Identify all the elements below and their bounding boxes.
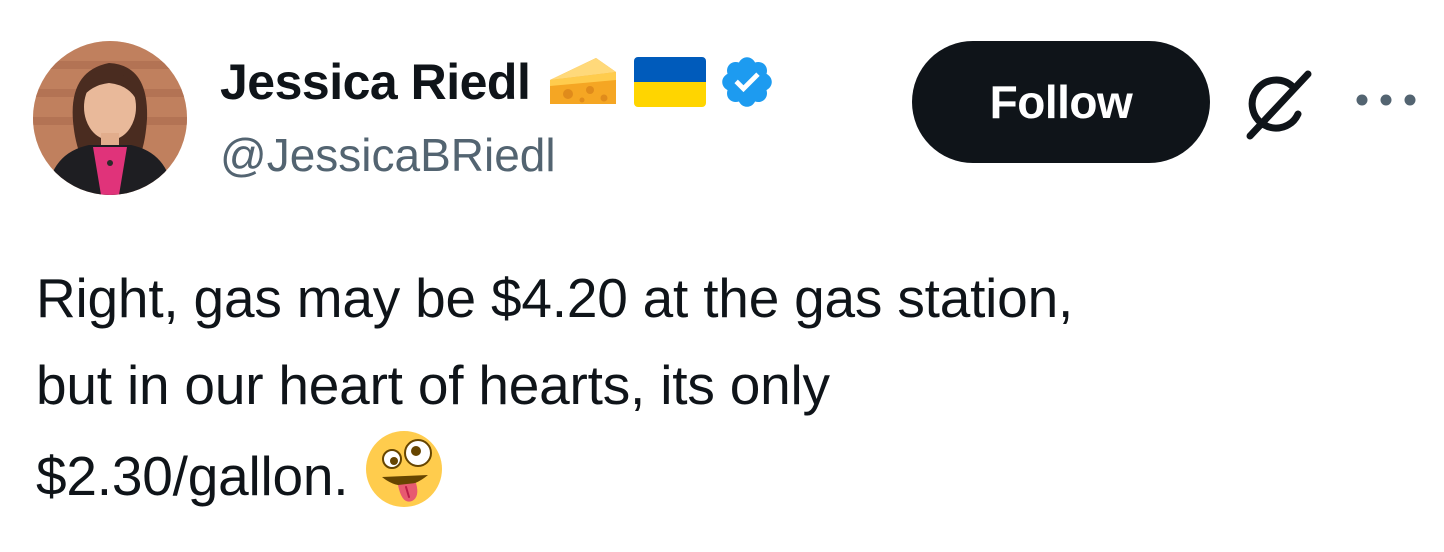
verified-badge-icon[interactable] — [718, 53, 776, 111]
tweet-text-line-last: $2.30/gallon. — [36, 429, 1416, 520]
follow-button[interactable]: Follow — [912, 41, 1210, 163]
tweet-text: Right, gas may be $4.20 at the gas stati… — [36, 255, 1416, 520]
tweet-text-line: Right, gas may be $4.20 at the gas stati… — [36, 267, 1074, 329]
more-icon[interactable] — [1352, 88, 1420, 112]
tweet-text-line: but in our heart of hearts, its only — [36, 354, 830, 416]
grok-icon[interactable] — [1238, 64, 1318, 144]
cheese-emoji — [546, 54, 618, 110]
author-handle[interactable]: @JessicaBRiedl — [220, 128, 556, 182]
ukraine-flag-emoji — [634, 57, 707, 107]
display-name[interactable]: Jessica Riedl — [220, 53, 531, 111]
zany-face-emoji — [364, 429, 444, 509]
avatar[interactable] — [33, 41, 187, 195]
author-name-row: Jessica Riedl — [220, 50, 776, 114]
tweet-text-line: $2.30/gallon. — [36, 445, 349, 507]
